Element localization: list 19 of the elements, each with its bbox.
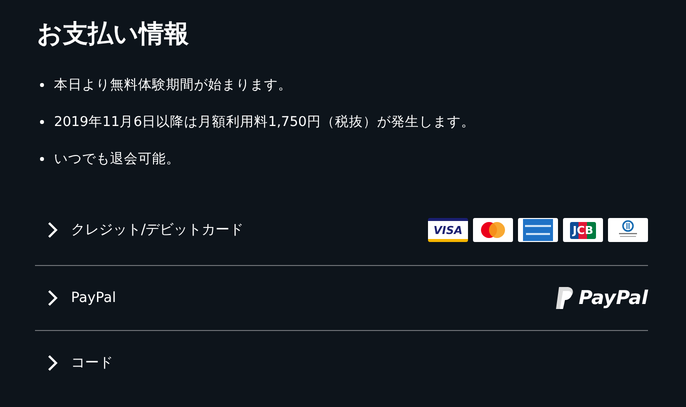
chevron-right-icon bbox=[47, 354, 59, 372]
mastercard-logo bbox=[473, 218, 513, 242]
bullet-icon bbox=[40, 120, 44, 124]
paypal-icon bbox=[554, 286, 575, 310]
chevron-right-icon bbox=[47, 289, 59, 307]
page-title: お支払い情報 bbox=[37, 18, 190, 50]
bullet-icon bbox=[40, 156, 44, 160]
info-text: 本日より無料体験期間が始まります。 bbox=[54, 76, 292, 94]
bullet-icon bbox=[40, 82, 44, 86]
chevron-right-icon bbox=[47, 221, 59, 239]
paypal-logo: PayPal bbox=[554, 286, 648, 310]
payment-option[interactable]: クレジット/デビットカード bbox=[35, 221, 244, 239]
payment-option[interactable]: PayPal bbox=[35, 289, 116, 307]
amex-card-logo bbox=[518, 218, 558, 242]
payment-option[interactable]: コード bbox=[35, 354, 113, 372]
visa-card-logo: VISA bbox=[428, 218, 468, 242]
diners-card-logo bbox=[608, 218, 648, 242]
info-text: いつでも退会可能。 bbox=[54, 150, 180, 168]
info-text: 2019年11月6日以降は月額利用料1,750円（税抜）が発生します。 bbox=[54, 112, 475, 130]
